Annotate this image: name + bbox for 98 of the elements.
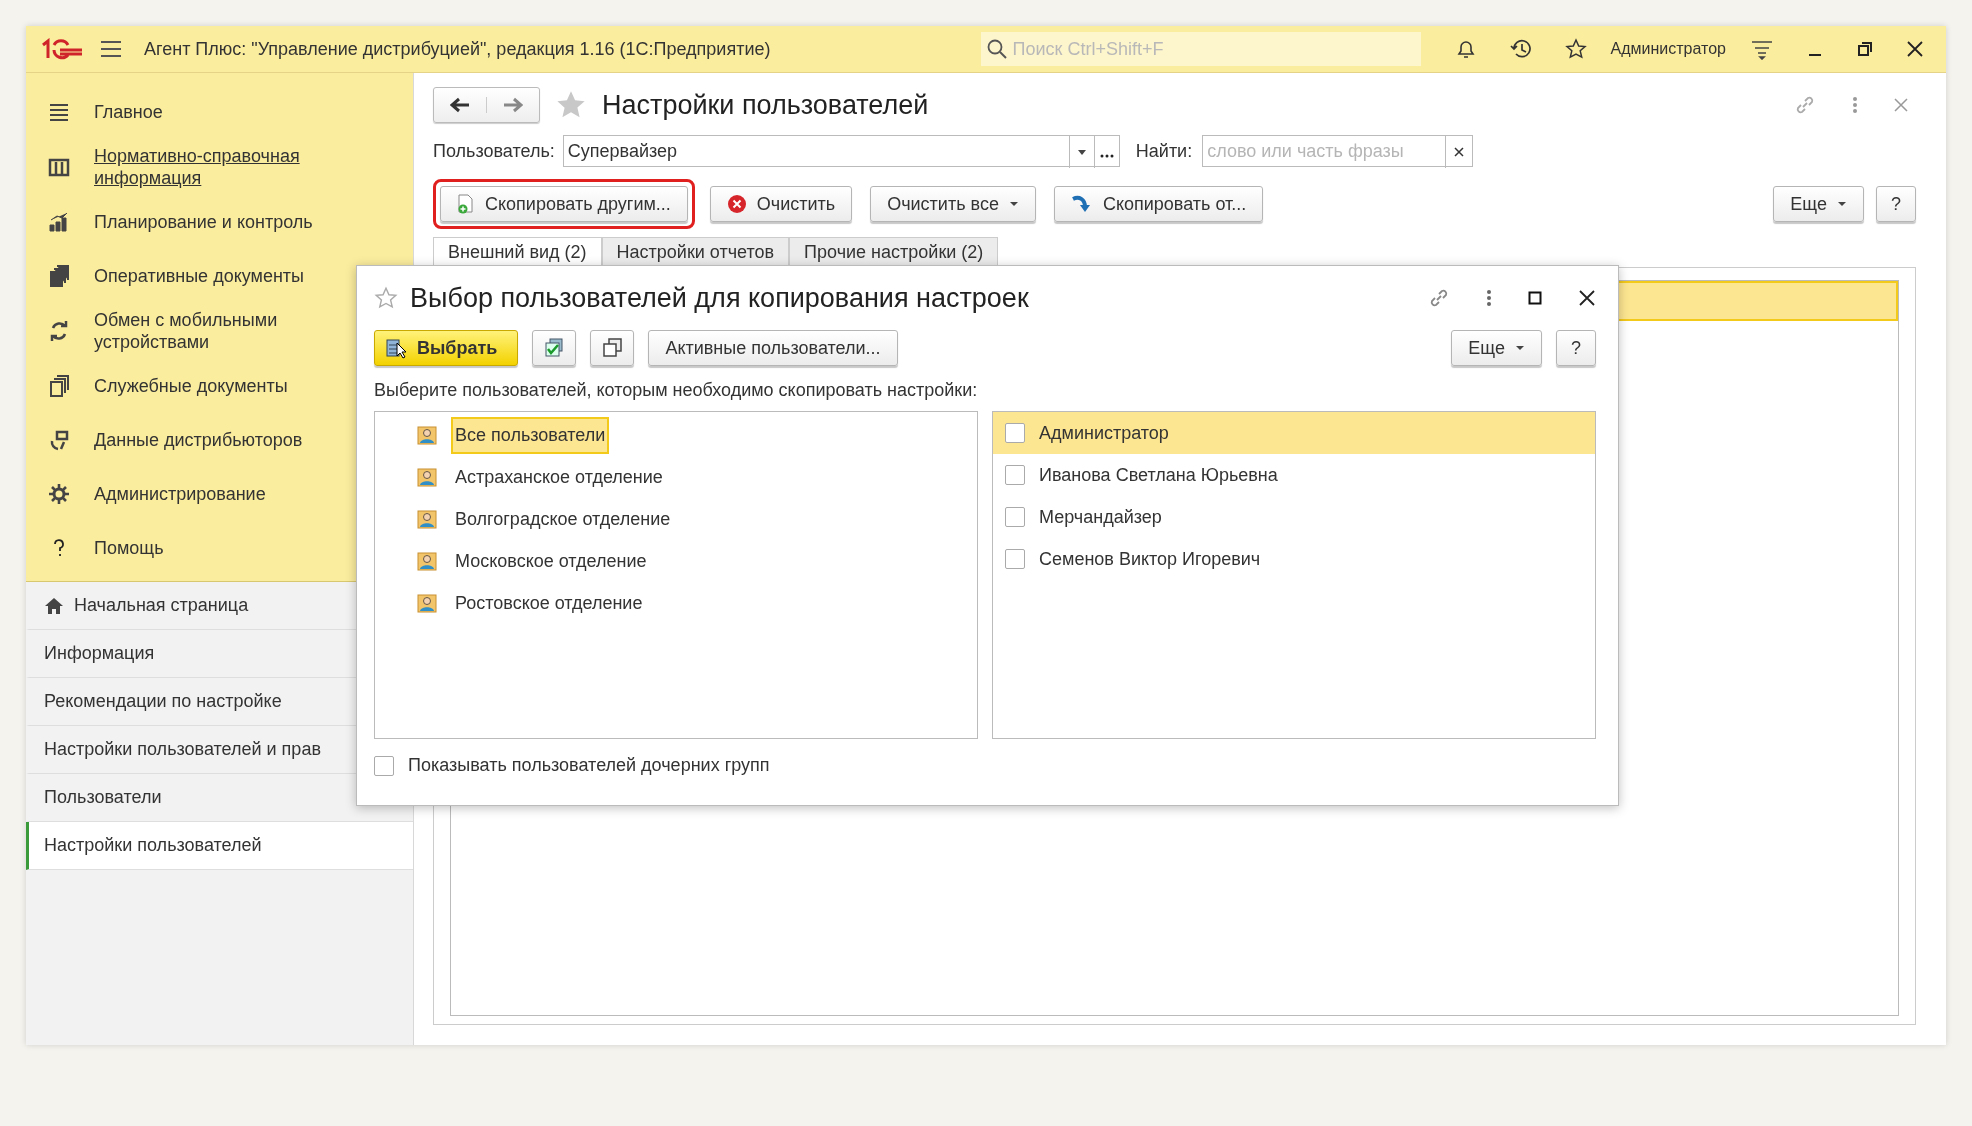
user-group-icon: [417, 551, 437, 571]
user-row[interactable]: Семенов Виктор Игоревич: [993, 538, 1595, 580]
maximize-icon[interactable]: [1528, 291, 1542, 305]
filter-menu-icon[interactable]: [1750, 38, 1774, 60]
group-item[interactable]: Ростовское отделение: [451, 584, 647, 622]
form-title: Настройки пользователей: [602, 89, 929, 121]
user-row[interactable]: Иванова Светлана Юрьевна: [993, 454, 1595, 496]
cursor-list-icon: [385, 337, 407, 359]
user-field-label: Пользователь:: [433, 140, 555, 162]
group-item[interactable]: Московское отделение: [451, 542, 651, 580]
open-window-label: Настройки пользователей: [44, 835, 262, 856]
menu-icon[interactable]: [100, 40, 122, 58]
section-icon: [48, 375, 70, 397]
section-icon: [48, 429, 70, 451]
help-button[interactable]: ?: [1556, 330, 1596, 366]
open-window-label: Рекомендации по настройке: [44, 691, 282, 712]
section-link[interactable]: Служебные документы: [94, 375, 334, 397]
link-icon[interactable]: [1794, 94, 1816, 116]
active-users-button[interactable]: Активные пользователи...: [648, 330, 898, 366]
tab[interactable]: Внешний вид (2): [433, 237, 602, 267]
section-link[interactable]: Обмен с мобильными устройствами: [94, 309, 334, 353]
check-all-button[interactable]: [532, 330, 577, 366]
check-stack-icon: [543, 337, 566, 359]
star-icon[interactable]: [374, 286, 398, 310]
section-link[interactable]: Нормативно-справочная информация: [94, 145, 334, 189]
open-window-label: Начальная страница: [74, 595, 249, 616]
toolbar-button[interactable]: Скопировать от...: [1053, 186, 1264, 222]
caret-icon: [1837, 201, 1847, 207]
tab[interactable]: Прочие настройки (2): [789, 237, 999, 267]
search-input[interactable]: Поиск Ctrl+Shift+F: [1010, 37, 1415, 61]
star-icon[interactable]: [556, 90, 586, 120]
instruction-text: Выберите пользователей, которым необходимо скопировать настройки:: [374, 380, 979, 401]
section-link[interactable]: Оперативные документы: [94, 265, 334, 287]
section-link[interactable]: Помощь: [94, 537, 334, 559]
open-window-tab[interactable]: Настройки пользователей: [26, 822, 413, 870]
app-title: Агент Плюс: "Управление дистрибуцией", редакция 1.16 (1С:Предприятие): [144, 38, 771, 60]
user-group-icon: [417, 509, 437, 529]
find-field[interactable]: слово или часть фразы: [1202, 135, 1474, 167]
more-button[interactable]: Еще: [1773, 186, 1864, 222]
restore-icon[interactable]: [1856, 40, 1874, 58]
tab[interactable]: Настройки отчетов: [601, 237, 790, 267]
checkbox[interactable]: [374, 755, 394, 776]
checkbox[interactable]: [1005, 549, 1025, 569]
copy-icon: [601, 337, 624, 359]
home-icon: [44, 596, 64, 615]
user-row[interactable]: Мерчандайзер: [993, 496, 1595, 538]
section-link[interactable]: Администрирование: [94, 483, 334, 505]
section-icon: [48, 156, 70, 178]
section-icon: [48, 211, 70, 233]
find-field-label: Найти:: [1135, 140, 1193, 162]
group-item[interactable]: Волгоградское отделение: [451, 500, 675, 538]
caret-icon: [1008, 201, 1019, 207]
caret-icon: [1515, 345, 1525, 351]
toolbar-button[interactable]: Скопировать другим...: [440, 186, 688, 222]
checkbox[interactable]: [1005, 423, 1025, 443]
more-menu-icon[interactable]: [1852, 96, 1858, 114]
group-item[interactable]: Все пользователи: [451, 416, 610, 454]
select-button[interactable]: Выбрать: [374, 330, 519, 366]
user-row[interactable]: Администратор: [993, 412, 1595, 454]
section-link[interactable]: Данные дистрибьюторов: [94, 429, 334, 451]
search-icon: [986, 39, 1007, 59]
user-name: Семенов Виктор Игоревич: [1039, 548, 1261, 570]
user-group-icon: [417, 593, 437, 613]
logo-icon: [40, 38, 84, 60]
star-icon[interactable]: [1564, 38, 1587, 60]
section-icon: [48, 101, 70, 123]
copy-button[interactable]: [590, 330, 635, 366]
section-icon: [48, 265, 70, 287]
help-button[interactable]: ?: [1876, 186, 1916, 222]
user-name: Иванова Светлана Юрьевна: [1039, 464, 1278, 486]
checkbox[interactable]: [1005, 465, 1025, 485]
dialog-title: Выбор пользователей для копирования настроек: [410, 282, 1029, 314]
section-link[interactable]: Планирование и контроль: [94, 211, 334, 233]
curved-arrow-icon: [1070, 195, 1093, 213]
open-window-label: Информация: [44, 643, 155, 664]
history-icon[interactable]: [1508, 38, 1533, 60]
user-group-icon: [417, 425, 437, 445]
open-window-label: Пользователи: [44, 787, 162, 808]
search-field[interactable]: Поиск Ctrl+Shift+F: [980, 32, 1421, 66]
group-item[interactable]: Астраханское отделение: [451, 458, 667, 496]
close-icon[interactable]: [1578, 289, 1596, 307]
user-name: Мерчандайзер: [1039, 506, 1162, 528]
more-button[interactable]: Еще: [1451, 330, 1542, 366]
section-link[interactable]: Главное: [94, 101, 334, 123]
link-icon[interactable]: [1428, 287, 1450, 309]
close-icon[interactable]: [1906, 40, 1924, 58]
clear-icon: [726, 194, 747, 214]
section-icon: [48, 320, 70, 342]
toolbar-button[interactable]: Очистить все: [870, 186, 1036, 222]
open-window-label: Настройки пользователей и прав: [44, 739, 321, 760]
user-group-icon: [417, 467, 437, 487]
toolbar-button[interactable]: Очистить: [709, 186, 853, 222]
section-icon: [48, 483, 70, 505]
user-name[interactable]: Администратор: [1610, 40, 1726, 58]
user-name: Администратор: [1039, 422, 1169, 444]
document-add-icon: [457, 194, 475, 214]
more-menu-icon[interactable]: [1486, 289, 1492, 307]
checkbox[interactable]: [1005, 507, 1025, 527]
